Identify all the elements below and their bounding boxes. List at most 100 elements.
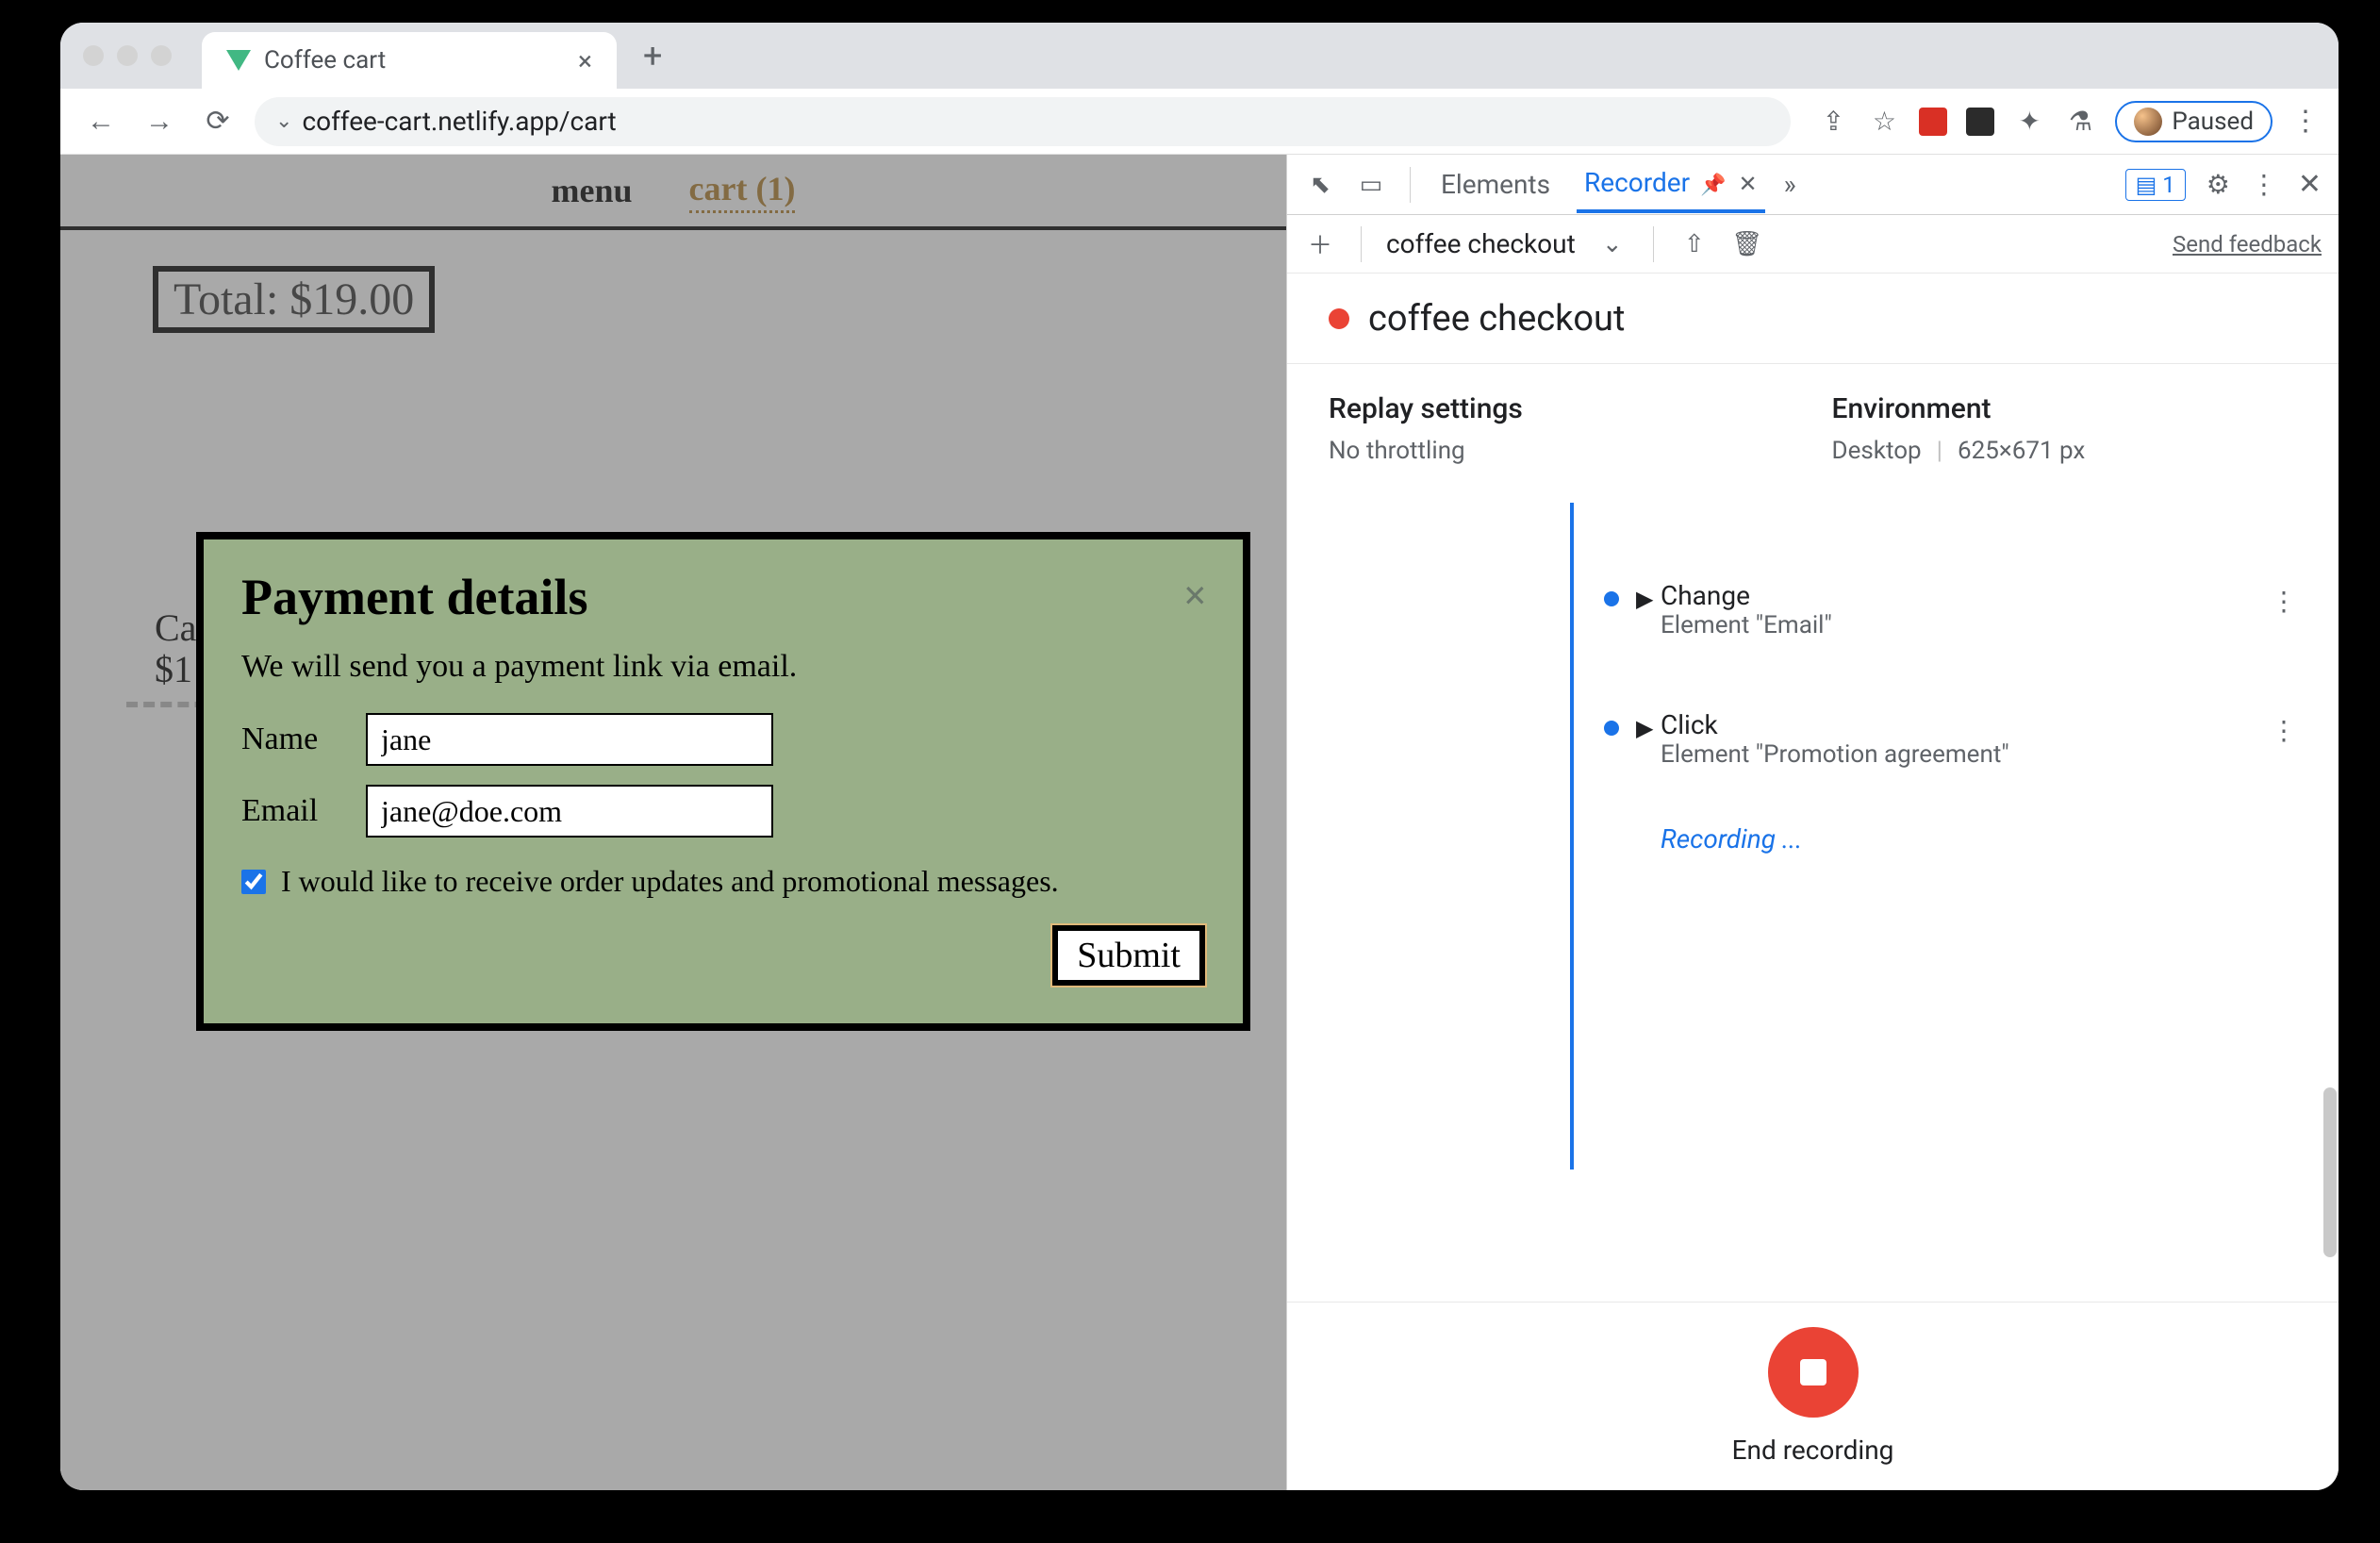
traffic-close-icon[interactable] (83, 45, 104, 66)
devtools-panel: ⬉ ▭ Elements Recorder 📌 ✕ » ▤ 1 ⚙ ⋮ (1286, 155, 2339, 1490)
site-info-icon[interactable]: ⌄ (275, 109, 292, 133)
share-icon[interactable]: ⇪ (1817, 106, 1849, 138)
window-titlebar: Coffee cart × + (60, 23, 2339, 89)
step-title: Click (1661, 709, 2240, 740)
environment-dimensions: 625×671 px (1958, 437, 2085, 465)
nav-back-icon[interactable]: ← (79, 105, 123, 138)
tab-recorder[interactable]: Recorder 📌 ✕ (1577, 156, 1765, 213)
chrome-menu-icon[interactable]: ⋮ (2291, 105, 2320, 138)
steps-area: ▶ Change Element "Email" ⋮ ▶ Click Eleme… (1287, 503, 2339, 1302)
recorder-toolbar: ＋ coffee checkout ⌄ ⇧ 🗑 Send feedback (1287, 215, 2339, 274)
name-label: Name (241, 722, 345, 757)
environment-device: Desktop (1832, 437, 1922, 465)
tab-recorder-close-icon[interactable]: ✕ (1738, 171, 1757, 197)
end-recording-label: End recording (1732, 1435, 1894, 1466)
recording-dropdown-icon[interactable]: ⌄ (1596, 230, 1628, 258)
bookmark-star-icon[interactable]: ☆ (1868, 106, 1900, 138)
replay-settings-value: No throttling (1329, 437, 1794, 465)
step-change[interactable]: ▶ Change Element "Email" ⋮ (1608, 559, 2297, 660)
environment-heading: Environment (1832, 392, 2298, 425)
end-recording-row: End recording (1287, 1302, 2339, 1490)
step-click[interactable]: ▶ Click Element "Promotion agreement" ⋮ (1608, 689, 2297, 789)
inspect-element-icon[interactable]: ⬉ (1304, 171, 1336, 199)
scrollbar-thumb[interactable] (2323, 1087, 2337, 1257)
steps-rail (1570, 503, 1574, 1170)
tab-elements[interactable]: Elements (1433, 158, 1558, 211)
url-input[interactable]: ⌄ coffee-cart.netlify.app/cart (255, 97, 1791, 146)
promo-row: I would like to receive order updates an… (241, 864, 1205, 899)
profile-paused-chip[interactable]: Paused (2115, 101, 2273, 142)
traffic-lights (83, 45, 172, 66)
name-row: Name (241, 713, 1205, 766)
step-title: Change (1661, 580, 2240, 611)
submit-button[interactable]: Submit (1052, 925, 1205, 986)
devtools-menu-icon[interactable]: ⋮ (2251, 169, 2277, 200)
extension-red-icon[interactable] (1919, 108, 1947, 136)
promo-label: I would like to receive order updates an… (281, 864, 1059, 899)
vue-favicon-icon (226, 50, 251, 71)
pin-icon[interactable]: 📌 (1700, 174, 1726, 197)
paused-label: Paused (2172, 108, 2254, 136)
extensions-puzzle-icon[interactable]: ✦ (2013, 106, 2045, 138)
issues-icon: ▤ (2136, 172, 2157, 198)
email-input[interactable] (366, 785, 773, 838)
devtools-close-icon[interactable]: ✕ (2298, 168, 2322, 201)
step-expand-icon[interactable]: ▶ (1636, 715, 1653, 741)
issues-chip[interactable]: ▤ 1 (2125, 169, 2186, 201)
devtools-tabstrip: ⬉ ▭ Elements Recorder 📌 ✕ » ▤ 1 ⚙ ⋮ (1287, 155, 2339, 215)
new-tab-button[interactable]: + (643, 36, 662, 75)
step-bullet-icon (1604, 721, 1619, 736)
tab-separator (1410, 167, 1411, 203)
labs-flask-icon[interactable]: ⚗ (2064, 106, 2096, 138)
environment-settings[interactable]: Environment Desktop | 625×671 px (1832, 392, 2298, 465)
recording-meta-row: Replay settings No throttling Environmen… (1287, 364, 2339, 465)
tab-recorder-label: Recorder (1584, 167, 1690, 198)
send-feedback-link[interactable]: Send feedback (2173, 231, 2322, 257)
reload-icon[interactable]: ⟳ (196, 105, 240, 138)
modal-subtitle: We will send you a payment link via emai… (241, 649, 1205, 685)
end-recording-button[interactable] (1768, 1327, 1859, 1418)
promo-checkbox[interactable] (241, 870, 266, 894)
email-row: Email (241, 785, 1205, 838)
payment-modal: × Payment details We will send you a pay… (196, 532, 1250, 1031)
replay-settings[interactable]: Replay settings No throttling (1329, 392, 1794, 465)
more-tabs-icon[interactable]: » (1784, 169, 1796, 200)
step-expand-icon[interactable]: ▶ (1636, 586, 1653, 612)
toolbar-separator-2 (1653, 226, 1654, 262)
tab-close-icon[interactable]: × (578, 45, 592, 76)
browser-window: Coffee cart × + ← → ⟳ ⌄ coffee-cart.netl… (60, 23, 2339, 1490)
step-menu-icon[interactable]: ⋮ (2271, 586, 2297, 617)
extension-dark-icon[interactable] (1966, 108, 1994, 136)
step-bullet-icon (1604, 591, 1619, 606)
step-subtitle: Element "Promotion agreement" (1661, 740, 2240, 769)
address-bar: ← → ⟳ ⌄ coffee-cart.netlify.app/cart ⇪ ☆… (60, 89, 2339, 155)
env-divider: | (1937, 437, 1942, 465)
browser-tab[interactable]: Coffee cart × (202, 32, 617, 89)
issues-count: 1 (2162, 172, 2175, 198)
replay-settings-heading: Replay settings (1329, 392, 1794, 425)
recording-status: Recording ... (1661, 823, 2297, 854)
recording-title-row: coffee checkout (1287, 274, 2339, 364)
delete-recording-icon[interactable]: 🗑 (1731, 230, 1763, 258)
traffic-min-icon[interactable] (117, 45, 138, 66)
tab-title: Coffee cart (264, 46, 386, 75)
recording-name-select[interactable]: coffee checkout (1386, 228, 1576, 259)
devtools-settings-icon[interactable]: ⚙ (2206, 169, 2230, 200)
recording-title: coffee checkout (1368, 298, 1625, 340)
url-text: coffee-cart.netlify.app/cart (302, 106, 616, 137)
traffic-max-icon[interactable] (151, 45, 172, 66)
modal-close-icon[interactable]: × (1183, 572, 1207, 620)
name-input[interactable] (366, 713, 773, 766)
recording-indicator-icon (1329, 308, 1349, 329)
new-recording-icon[interactable]: ＋ (1304, 226, 1336, 261)
step-menu-icon[interactable]: ⋮ (2271, 715, 2297, 746)
toolbar-right: ⇪ ☆ ✦ ⚗ Paused ⋮ (1817, 101, 2320, 142)
avatar-icon (2134, 108, 2162, 136)
device-toolbar-icon[interactable]: ▭ (1355, 171, 1387, 199)
step-subtitle: Element "Email" (1661, 611, 2240, 639)
email-label: Email (241, 793, 345, 829)
webpage-viewport: menu cart (1) Total: $19.00 Ca $1 00 x ×… (60, 155, 1286, 1490)
content-split: menu cart (1) Total: $19.00 Ca $1 00 x ×… (60, 155, 2339, 1490)
export-recording-icon[interactable]: ⇧ (1678, 230, 1711, 258)
nav-forward-icon[interactable]: → (138, 105, 181, 138)
